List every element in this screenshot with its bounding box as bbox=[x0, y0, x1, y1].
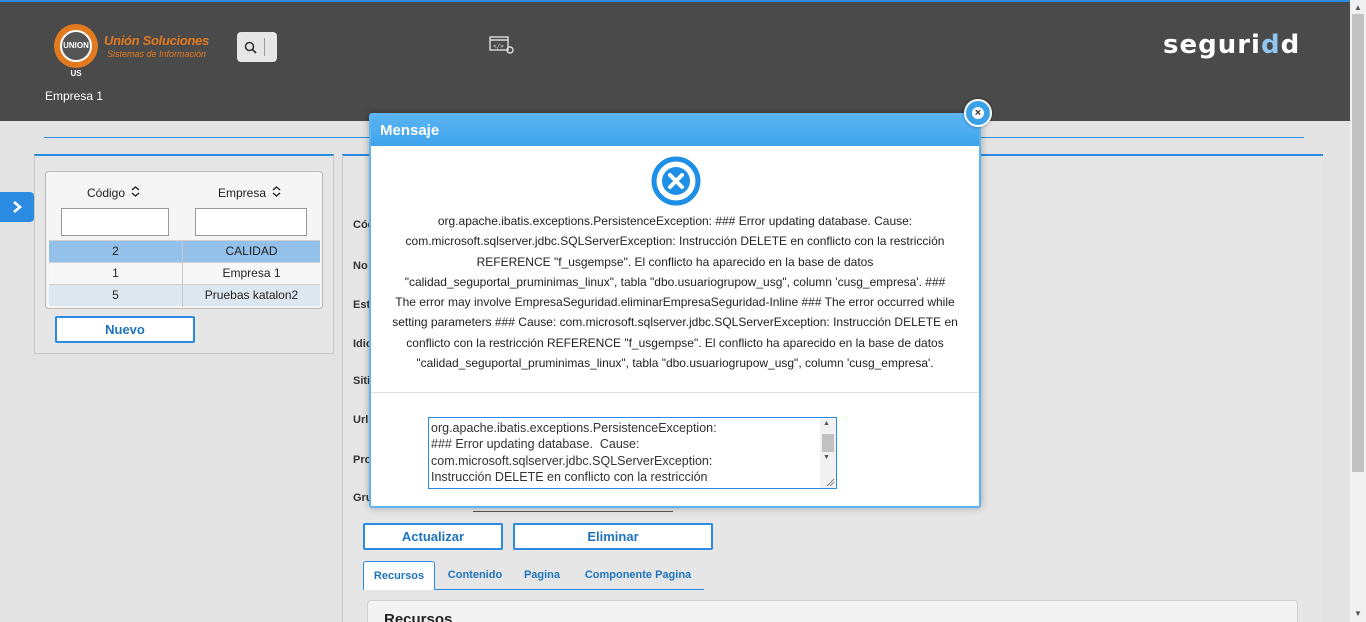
update-button[interactable]: Actualizar bbox=[363, 523, 503, 550]
row-empresa: CALIDAD bbox=[225, 244, 278, 258]
detail-scroll-up-icon[interactable]: ▲ bbox=[823, 420, 830, 427]
table-row[interactable]: 2 CALIDAD bbox=[49, 240, 320, 263]
app-header: UNION US Unión Soluciones Sistemas de In… bbox=[0, 2, 1350, 121]
label-nombre: No bbox=[353, 260, 368, 272]
error-message-line: com.microsoft.sqlserver.jdbc.SQLServerEx… bbox=[405, 234, 945, 249]
error-message-line: "calidad_seguportal_pruminimas_linux", t… bbox=[416, 356, 934, 371]
scroll-down-arrow-icon[interactable]: ▼ bbox=[1354, 609, 1362, 618]
row-codigo: 2 bbox=[112, 244, 119, 258]
search-button[interactable] bbox=[237, 32, 277, 62]
grupo-field[interactable] bbox=[473, 511, 673, 512]
new-company-button[interactable]: Nuevo bbox=[55, 316, 195, 343]
recursos-section: Recursos bbox=[367, 600, 1298, 622]
dialog-title: Mensaje bbox=[380, 122, 440, 139]
table-row[interactable]: 1 Empresa 1 bbox=[49, 262, 320, 285]
label-url: Url bbox=[353, 414, 369, 426]
dialog-close-button[interactable]: × bbox=[964, 99, 992, 127]
table-row[interactable]: 5 Pruebas katalon2 bbox=[49, 284, 320, 307]
logo-subtitle: Sistemas de Información bbox=[107, 49, 207, 59]
company-table: Código Empresa 2 CALIDAD 1 Empresa 1 5 P… bbox=[45, 171, 323, 309]
empresa-header-label: Empresa bbox=[218, 186, 267, 200]
error-message-line: setting parameters ### Cause: com.micros… bbox=[392, 315, 958, 330]
sort-icon bbox=[272, 186, 281, 197]
brand-right: d bbox=[1280, 30, 1301, 60]
close-icon: × bbox=[972, 107, 984, 119]
code-settings-icon[interactable]: </> bbox=[489, 35, 515, 55]
row-codigo: 5 bbox=[112, 288, 119, 302]
search-separator bbox=[264, 38, 265, 56]
row-codigo: 1 bbox=[112, 266, 119, 280]
tab-pagina[interactable]: Pagina bbox=[515, 561, 569, 590]
search-icon bbox=[244, 41, 257, 54]
row-empresa: Pruebas katalon2 bbox=[204, 288, 299, 302]
svg-text:</>: </> bbox=[493, 43, 504, 50]
column-header-empresa[interactable]: Empresa bbox=[218, 186, 281, 200]
label-sitio: Siti bbox=[353, 375, 371, 387]
column-header-codigo[interactable]: Código bbox=[87, 186, 140, 200]
codigo-header-label: Código bbox=[87, 186, 126, 200]
detail-scrollbar-thumb[interactable] bbox=[822, 434, 834, 452]
detail-scroll-down-icon[interactable]: ▼ bbox=[823, 454, 830, 461]
chevron-right-icon bbox=[13, 201, 23, 213]
page-scrollbar-thumb[interactable] bbox=[1352, 14, 1364, 472]
logo-title: Unión Soluciones bbox=[104, 33, 209, 48]
error-x-icon bbox=[651, 156, 701, 206]
tab-componente-pagina[interactable]: Componente Pagina bbox=[575, 561, 701, 590]
resize-grip-icon[interactable] bbox=[825, 477, 835, 487]
brand-logo: seguridd bbox=[1163, 30, 1300, 60]
delete-button[interactable]: Eliminar bbox=[513, 523, 713, 550]
row-empresa: Empresa 1 bbox=[222, 266, 281, 280]
brand-left: seguri bbox=[1163, 30, 1261, 60]
recursos-title: Recursos bbox=[384, 611, 453, 622]
error-message-line: conflicto con la restricción REFERENCE "… bbox=[406, 335, 944, 350]
error-message-line: REFERENCE "f_usgempse". El conflicto ha … bbox=[476, 254, 874, 269]
sort-icon bbox=[131, 186, 140, 197]
error-detail-textarea[interactable]: org.apache.ibatis.exceptions.Persistence… bbox=[428, 417, 837, 489]
error-message: org.apache.ibatis.exceptions.Persistence… bbox=[371, 211, 979, 373]
error-message-line: The error may involve EmpresaSeguridad.e… bbox=[395, 295, 955, 310]
company-logo[interactable]: UNION US bbox=[54, 24, 98, 78]
logo-mark: UNION US bbox=[60, 30, 92, 78]
detail-tabs: Recursos Contenido Pagina Componente Pag… bbox=[363, 561, 704, 590]
dialog-header: Mensaje bbox=[371, 115, 979, 146]
empresa-filter-input[interactable] bbox=[195, 208, 307, 236]
error-detail-text: org.apache.ibatis.exceptions.Persistence… bbox=[431, 421, 717, 484]
tab-recursos[interactable]: Recursos bbox=[363, 561, 435, 590]
sidebar-toggle-button[interactable] bbox=[0, 192, 34, 222]
scroll-up-arrow-icon[interactable]: ▲ bbox=[1354, 3, 1362, 12]
current-company: Empresa 1 bbox=[45, 89, 104, 103]
codigo-filter-input[interactable] bbox=[61, 208, 169, 236]
message-dialog: Mensaje org.apache.ibatis.exceptions.Per… bbox=[369, 113, 981, 508]
tab-contenido[interactable]: Contenido bbox=[441, 561, 509, 590]
label-estado: Est bbox=[353, 299, 371, 311]
dialog-separator bbox=[371, 392, 979, 393]
brand-accent-letter: d bbox=[1260, 30, 1281, 60]
error-message-line: org.apache.ibatis.exceptions.Persistence… bbox=[437, 214, 913, 228]
error-message-line: "calidad_seguportal_pruminimas_linux", t… bbox=[404, 274, 946, 289]
